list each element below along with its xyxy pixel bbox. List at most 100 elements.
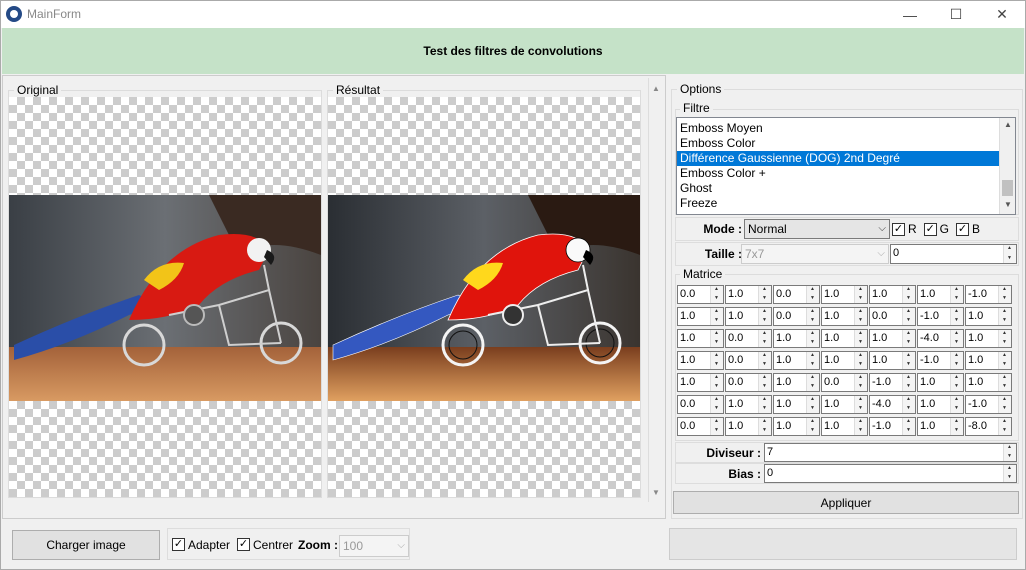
matrix-cell[interactable]: 1.0 [725,285,772,304]
scroll-up-icon[interactable]: ▲ [1004,120,1012,129]
spinner-arrows-icon[interactable] [710,352,723,369]
image-scrollbar[interactable]: ▲ ▼ [648,78,664,502]
matrix-cell[interactable]: 1.0 [725,417,772,436]
spinner-arrows-icon[interactable] [710,330,723,347]
spinner-arrows-icon[interactable] [998,396,1011,413]
matrix-cell[interactable]: 1.0 [965,307,1012,326]
matrix-cell[interactable]: 1.0 [965,329,1012,348]
matrix-cell[interactable]: -8.0 [965,417,1012,436]
spinner-arrows-icon[interactable] [806,418,819,435]
spinner-arrows-icon[interactable] [998,352,1011,369]
load-image-button[interactable]: Charger image [12,530,160,560]
spinner-arrows-icon[interactable] [806,352,819,369]
matrix-cell[interactable]: 0.0 [725,373,772,392]
close-button[interactable]: ✕ [979,1,1025,28]
matrix-cell[interactable]: -4.0 [917,329,964,348]
matrix-cell[interactable]: 0.0 [677,285,724,304]
filter-list-item[interactable]: Freeze [677,196,999,211]
spinner-arrows-icon[interactable] [950,396,963,413]
matrix-cell[interactable]: 1.0 [869,329,916,348]
filter-list-item[interactable]: Ghost [677,181,999,196]
spinner-arrows-icon[interactable] [902,418,915,435]
spinner-arrows-icon[interactable] [950,286,963,303]
spinner-arrows-icon[interactable] [998,374,1011,391]
matrix-cell[interactable]: -4.0 [869,395,916,414]
spinner-arrows-icon[interactable] [902,374,915,391]
filter-list-item[interactable]: Emboss Moyen [677,121,999,136]
spinner-arrows-icon[interactable] [854,330,867,347]
spinner-arrows-icon[interactable] [1003,245,1016,263]
spinner-arrows-icon[interactable] [950,330,963,347]
spinner-arrows-icon[interactable] [950,352,963,369]
spinner-arrows-icon[interactable] [710,374,723,391]
spinner-arrows-icon[interactable] [950,308,963,325]
scroll-down-icon[interactable]: ▼ [652,488,660,497]
spinner-arrows-icon[interactable] [710,396,723,413]
matrix-cell[interactable]: 1.0 [821,329,868,348]
matrix-cell[interactable]: 0.0 [869,307,916,326]
spinner-arrows-icon[interactable] [902,330,915,347]
size-select[interactable]: 7x7 ⌵ [741,244,889,264]
spinner-arrows-icon[interactable] [806,286,819,303]
matrix-cell[interactable]: 1.0 [773,417,820,436]
spinner-arrows-icon[interactable] [758,308,771,325]
matrix-cell[interactable]: 0.0 [725,329,772,348]
spinner-arrows-icon[interactable] [1003,465,1016,482]
mode-select[interactable]: Normal ⌵ [744,219,890,239]
spinner-arrows-icon[interactable] [710,418,723,435]
matrix-cell[interactable]: 1.0 [773,373,820,392]
matrix-cell[interactable]: -1.0 [869,373,916,392]
spinner-arrows-icon[interactable] [902,396,915,413]
spinner-arrows-icon[interactable] [854,374,867,391]
matrix-cell[interactable]: 1.0 [725,307,772,326]
maximize-button[interactable]: ☐ [933,1,979,28]
spinner-arrows-icon[interactable] [854,308,867,325]
spinner-arrows-icon[interactable] [902,286,915,303]
matrix-cell[interactable]: 1.0 [773,329,820,348]
spinner-arrows-icon[interactable] [854,396,867,413]
spinner-arrows-icon[interactable] [710,286,723,303]
matrix-cell[interactable]: 0.0 [677,417,724,436]
matrix-cell[interactable]: 0.0 [725,351,772,370]
matrix-cell[interactable]: 1.0 [869,351,916,370]
zoom-select[interactable]: 100 ⌵ [339,535,409,557]
filter-list-item[interactable]: Emboss Color [677,136,999,151]
spinner-arrows-icon[interactable] [758,374,771,391]
matrix-cell[interactable]: 0.0 [773,307,820,326]
spinner-arrows-icon[interactable] [1003,444,1016,461]
matrix-cell[interactable]: 0.0 [773,285,820,304]
matrix-cell[interactable]: 1.0 [965,351,1012,370]
spinner-arrows-icon[interactable] [710,308,723,325]
bias-spinner[interactable]: 0 [764,464,1017,483]
matrix-cell[interactable]: -1.0 [965,285,1012,304]
scroll-thumb[interactable] [1002,180,1013,196]
matrix-cell[interactable]: 0.0 [821,373,868,392]
spinner-arrows-icon[interactable] [854,286,867,303]
filter-list-scrollbar[interactable]: ▲ ▼ [999,118,1015,214]
matrix-cell[interactable]: 1.0 [917,395,964,414]
apply-button[interactable]: Appliquer [673,491,1019,514]
spinner-arrows-icon[interactable] [806,374,819,391]
matrix-cell[interactable]: 1.0 [917,373,964,392]
matrix-cell[interactable]: 1.0 [917,417,964,436]
spinner-arrows-icon[interactable] [998,308,1011,325]
matrix-cell[interactable]: -1.0 [869,417,916,436]
matrix-cell[interactable]: 1.0 [917,285,964,304]
matrix-cell[interactable]: -1.0 [917,307,964,326]
matrix-cell[interactable]: 1.0 [821,395,868,414]
filter-list-item[interactable]: Différence Gaussienne (DOG) 2nd Degré [677,151,999,166]
spinner-arrows-icon[interactable] [998,330,1011,347]
spinner-arrows-icon[interactable] [950,418,963,435]
scroll-up-icon[interactable]: ▲ [652,84,660,93]
channel-checkbox-b[interactable]: ✓ [956,222,970,236]
filter-list-item[interactable]: Emboss Color + [677,166,999,181]
matrix-cell[interactable]: -1.0 [965,395,1012,414]
matrix-cell[interactable]: 1.0 [677,307,724,326]
matrix-cell[interactable]: 1.0 [725,395,772,414]
spinner-arrows-icon[interactable] [758,286,771,303]
spinner-arrows-icon[interactable] [806,308,819,325]
matrix-cell[interactable]: 1.0 [677,329,724,348]
channel-checkbox-r[interactable]: ✓ [892,222,905,236]
spinner-arrows-icon[interactable] [758,396,771,413]
filter-listbox[interactable]: Emboss Moyen Emboss Color Différence Gauss… [676,117,1016,215]
